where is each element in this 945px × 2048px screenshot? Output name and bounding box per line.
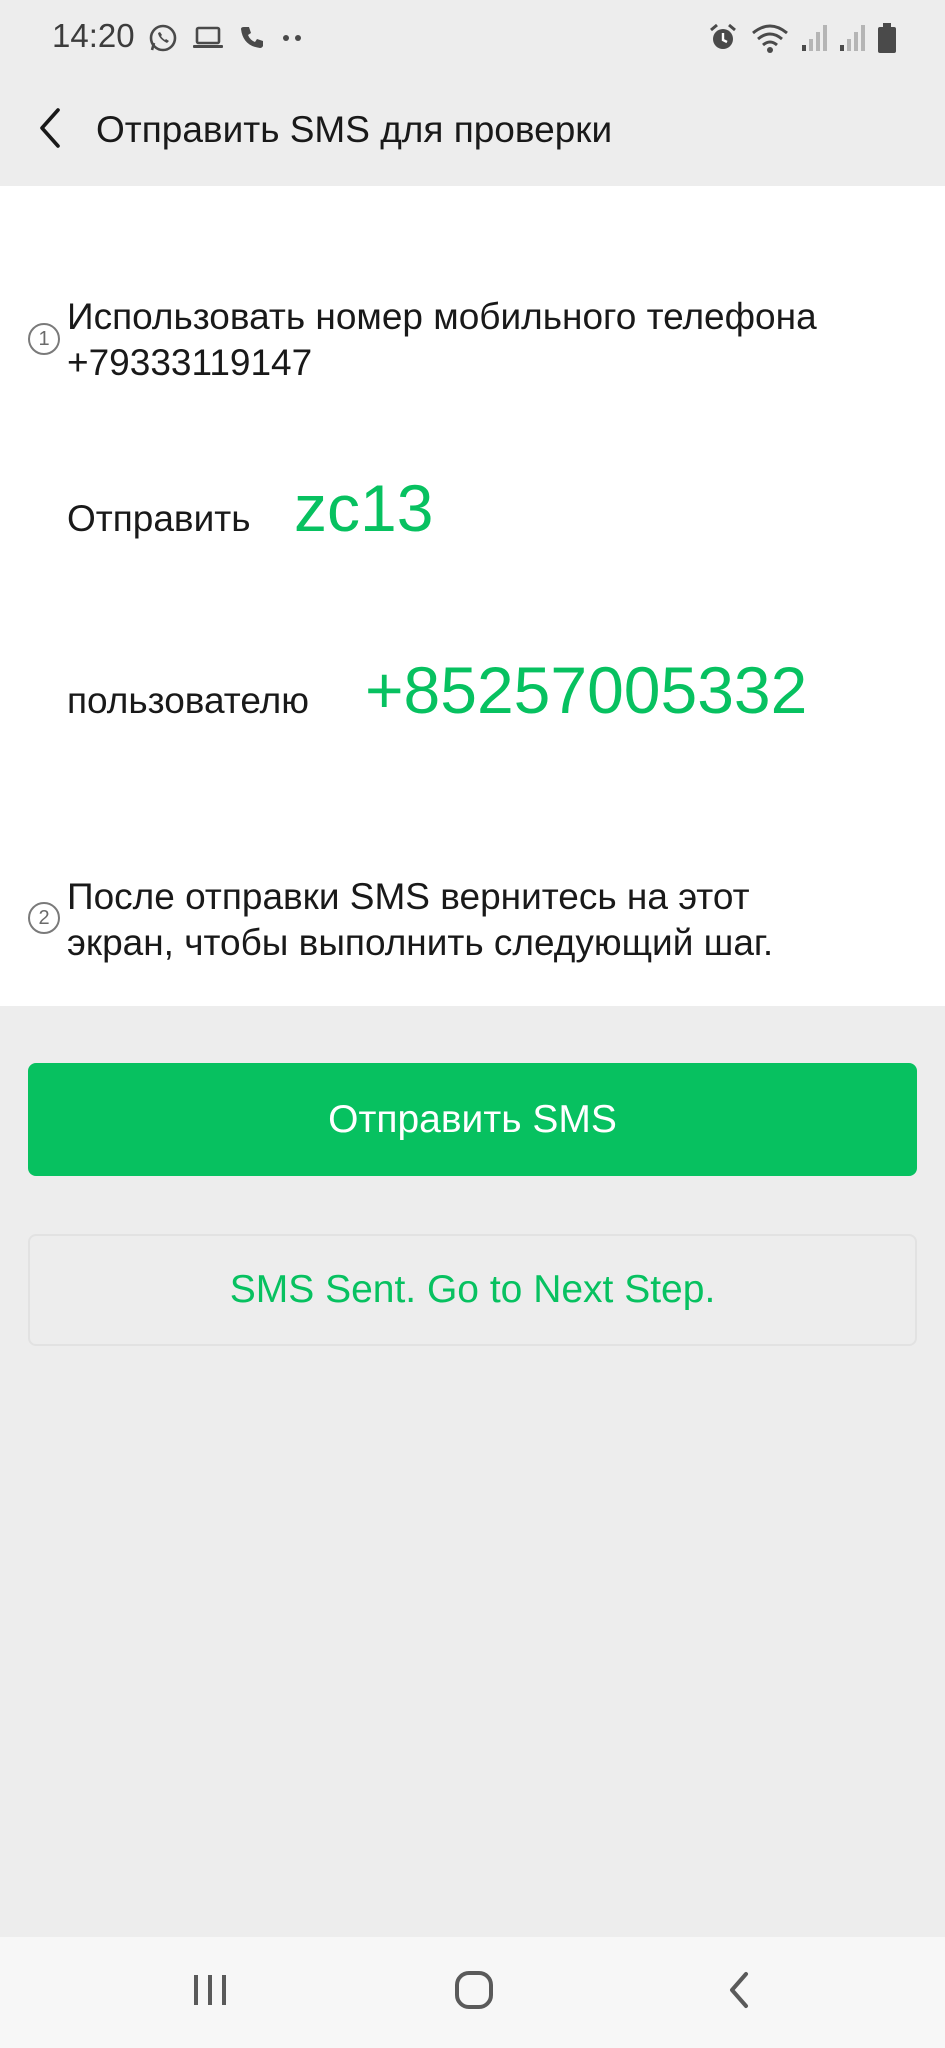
step-2-text-line1: После отправки SMS вернитесь на этот [67,876,750,917]
step-2-text: После отправки SMS вернитесь на этот экр… [67,874,927,966]
laptop-icon [192,25,224,51]
step-2-number-icon: 2 [28,902,60,934]
next-step-button[interactable]: SMS Sent. Go to Next Step. [28,1234,917,1346]
step-1-phone-number: +79333119147 [67,342,313,383]
alarm-icon [707,22,739,54]
status-left-icons [148,18,304,58]
step-1-text: Использовать номер мобильного телефона +… [67,294,927,386]
chevron-left-icon [36,106,64,155]
signal-icon [801,23,827,53]
send-label: Отправить [67,498,251,539]
phone-icon [238,24,266,52]
status-right-icons [707,18,897,58]
status-bar: 14:20 [0,0,945,74]
back-button[interactable] [22,102,78,158]
send-sms-button[interactable]: Отправить SMS [28,1063,917,1176]
step-1-number-icon: 1 [28,323,60,355]
step-2-text-line2: экран, чтобы выполнить следующий шаг. [67,922,774,963]
system-nav-bar [0,1937,945,2048]
wifi-icon [751,22,789,54]
recent-apps-button[interactable] [165,1957,255,2027]
status-time: 14:20 [52,17,135,54]
instructions-card: 1 Использовать номер мобильного телефона… [0,186,945,1006]
step-1-text-line1: Использовать номер мобильного телефона [67,296,817,337]
home-button[interactable] [429,1957,519,2027]
back-icon [726,1970,752,2015]
battery-icon [877,22,897,54]
page-title: Отправить SMS для проверки [96,109,613,150]
recipient-number-value: +85257005332 [365,653,808,727]
signal-icon [839,23,865,53]
header-bar: Отправить SMS для проверки [0,74,945,186]
system-back-button[interactable] [694,1957,784,2027]
home-icon [453,1969,495,2016]
whatsapp-icon [148,23,178,53]
more-dots-icon [280,33,304,43]
recent-apps-icon [190,1972,230,2013]
sms-code-value: zc13 [294,471,434,545]
recipient-label: пользователю [67,680,310,721]
